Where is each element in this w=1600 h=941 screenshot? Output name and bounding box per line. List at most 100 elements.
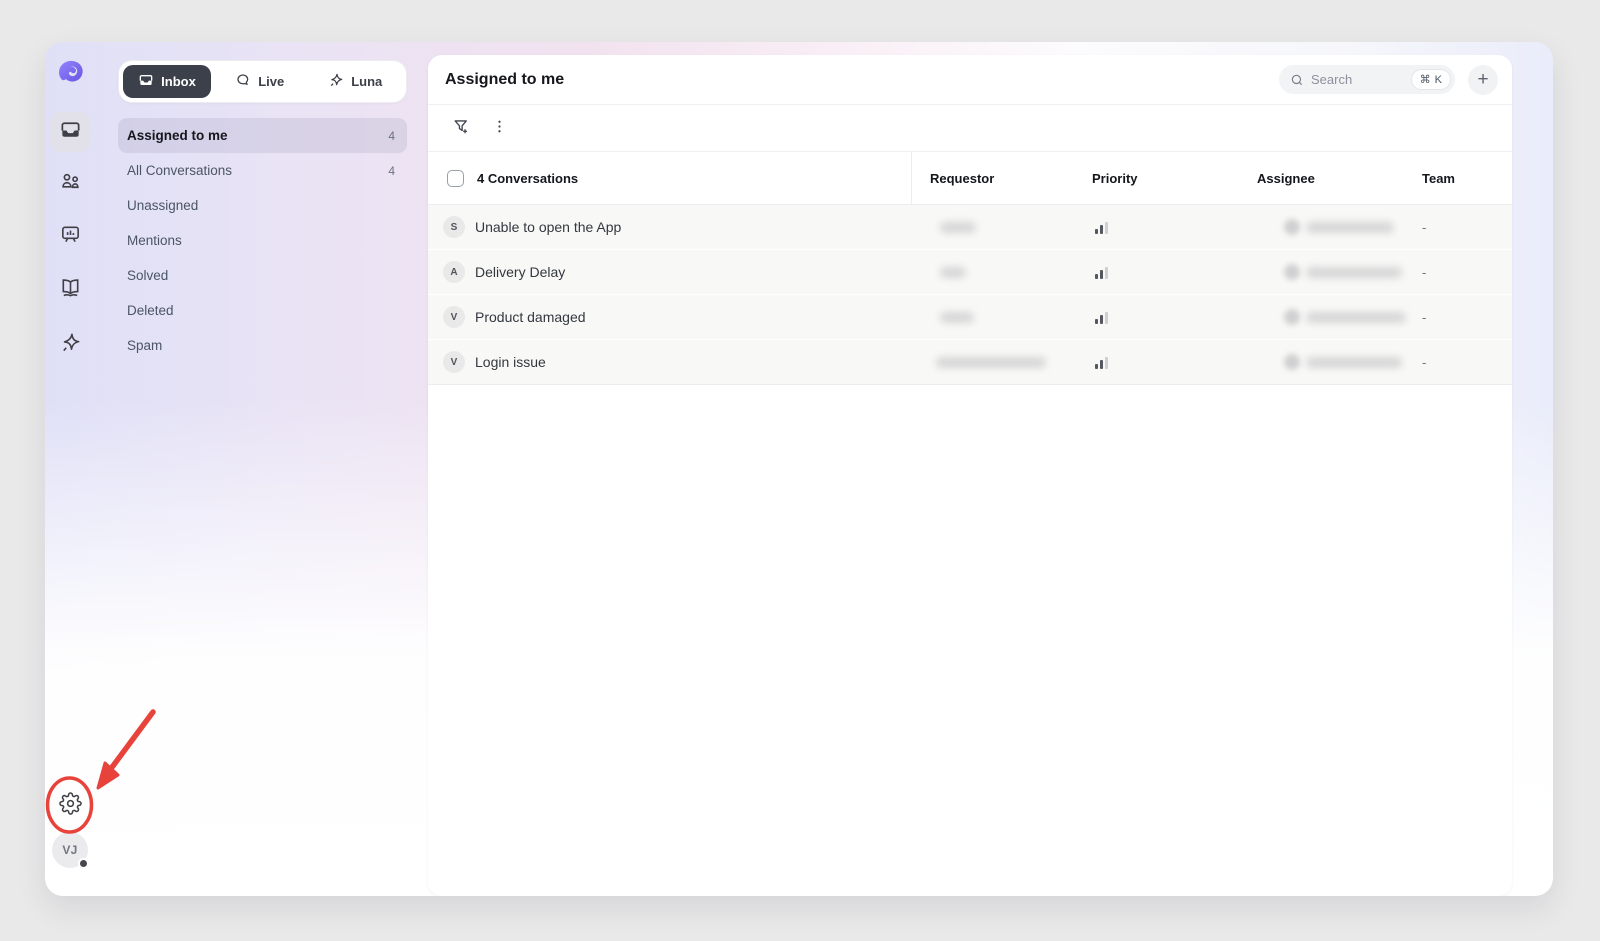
k-key: K <box>1435 74 1442 86</box>
table-row[interactable]: V Product damaged - <box>428 295 1512 340</box>
main-panel: Assigned to me ⌘ K + <box>428 55 1512 896</box>
main-header: Assigned to me ⌘ K + <box>428 55 1512 105</box>
rail-inbox-button[interactable] <box>49 112 91 152</box>
folder-spam[interactable]: Spam <box>118 328 407 363</box>
folder-label: Assigned to me <box>127 128 228 143</box>
tab-inbox[interactable]: Inbox <box>123 65 211 98</box>
table-row[interactable]: A Delivery Delay - <box>428 250 1512 295</box>
conversation-title: Unable to open the App <box>475 219 621 235</box>
rail-reports-button[interactable] <box>49 217 91 257</box>
conversation-title: Delivery Delay <box>475 264 565 280</box>
redacted-requestor <box>940 312 974 323</box>
new-conversation-button[interactable]: + <box>1468 65 1498 95</box>
folder-list: Assigned to me 4 All Conversations 4 Una… <box>118 118 407 363</box>
folder-label: Spam <box>127 338 162 353</box>
search-box[interactable]: ⌘ K <box>1279 65 1455 94</box>
folder-count: 4 <box>388 129 395 143</box>
sparkle-icon <box>328 72 344 91</box>
user-avatar[interactable]: VJ <box>52 832 88 868</box>
folder-label: Mentions <box>127 233 182 248</box>
tab-luna[interactable]: Luna <box>309 65 403 98</box>
inbox-icon <box>138 72 154 91</box>
conversation-title: Login issue <box>475 354 546 370</box>
column-assignee: Assignee <box>1257 171 1315 186</box>
sidebar: Inbox Live <box>96 42 428 896</box>
kebab-menu-icon <box>490 117 509 139</box>
table-row[interactable]: V Login issue - <box>428 340 1512 385</box>
column-requestor: Requestor <box>930 171 994 186</box>
team-value: - <box>1422 220 1426 235</box>
folder-unassigned[interactable]: Unassigned <box>118 188 407 223</box>
knowledge-base-icon <box>59 276 82 304</box>
folder-mentions[interactable]: Mentions <box>118 223 407 258</box>
tab-label: Live <box>258 74 284 89</box>
app-window: VJ Inbox <box>45 42 1553 896</box>
table-row[interactable]: S Unable to open the App - <box>428 205 1512 250</box>
folder-all-conversations[interactable]: All Conversations 4 <box>118 153 407 188</box>
filter-bar <box>428 105 1512 152</box>
tab-live[interactable]: Live <box>213 65 307 98</box>
folder-label: Deleted <box>127 303 174 318</box>
page-title: Assigned to me <box>445 71 564 89</box>
select-all-checkbox[interactable] <box>447 170 464 187</box>
redacted-assignee <box>1306 357 1402 368</box>
redacted-assignee <box>1306 222 1394 233</box>
redacted-assignee-avatar <box>1284 354 1300 370</box>
search-input[interactable] <box>1311 72 1404 87</box>
folder-solved[interactable]: Solved <box>118 258 407 293</box>
redacted-requestor <box>940 222 976 233</box>
desktop-background: VJ Inbox <box>0 0 1600 941</box>
conversations-table: 4 Conversations Requestor Priority Assig… <box>428 152 1512 385</box>
redacted-assignee-avatar <box>1284 264 1300 280</box>
column-priority: Priority <box>1092 171 1138 186</box>
table-header: 4 Conversations Requestor Priority Assig… <box>428 152 1512 205</box>
folder-count: 4 <box>388 164 395 178</box>
redacted-assignee-avatar <box>1284 309 1300 325</box>
app-logo[interactable] <box>55 56 87 88</box>
requestor-initial-avatar: S <box>443 216 465 238</box>
redacted-assignee <box>1306 267 1402 278</box>
search-icon <box>1290 73 1304 87</box>
requestor-initial-avatar: A <box>443 261 465 283</box>
rail-contacts-button[interactable] <box>49 164 91 204</box>
keyboard-shortcut-badge: ⌘ K <box>1411 69 1451 90</box>
status-dot <box>78 858 89 869</box>
requestor-initial-avatar: V <box>443 306 465 328</box>
more-options-button[interactable] <box>490 117 509 139</box>
rail-knowledge-button[interactable] <box>49 270 91 310</box>
priority-medium-icon <box>1095 357 1108 369</box>
priority-medium-icon <box>1095 267 1108 279</box>
user-initials: VJ <box>62 843 77 857</box>
contacts-icon <box>59 170 82 198</box>
conversations-count-label: 4 Conversations <box>477 171 578 186</box>
redacted-requestor <box>936 357 1046 368</box>
redacted-assignee <box>1306 312 1406 323</box>
filter-plus-icon <box>452 117 471 139</box>
team-value: - <box>1422 265 1426 280</box>
folder-label: All Conversations <box>127 163 232 178</box>
priority-medium-icon <box>1095 222 1108 234</box>
reports-icon <box>59 223 82 251</box>
redacted-requestor <box>940 267 966 278</box>
cmd-key: ⌘ <box>1420 73 1431 86</box>
team-value: - <box>1422 310 1426 325</box>
folder-deleted[interactable]: Deleted <box>118 293 407 328</box>
tab-label: Luna <box>351 74 382 89</box>
icon-rail: VJ <box>45 42 96 896</box>
tab-label: Inbox <box>161 74 196 89</box>
rail-ai-button[interactable] <box>49 325 91 365</box>
requestor-initial-avatar: V <box>443 351 465 373</box>
team-value: - <box>1422 355 1426 370</box>
priority-medium-icon <box>1095 312 1108 324</box>
folder-assigned-to-me[interactable]: Assigned to me 4 <box>118 118 407 153</box>
add-filter-button[interactable] <box>452 117 471 139</box>
workspace-tabs: Inbox Live <box>118 60 407 103</box>
conversation-title: Product damaged <box>475 309 586 325</box>
redacted-assignee-avatar <box>1284 219 1300 235</box>
inbox-icon <box>59 118 82 146</box>
chat-bubble-icon <box>235 72 251 91</box>
folder-label: Solved <box>127 268 168 283</box>
gear-icon <box>59 792 82 820</box>
settings-button[interactable] <box>49 786 91 826</box>
ai-sparkle-icon <box>59 331 82 359</box>
